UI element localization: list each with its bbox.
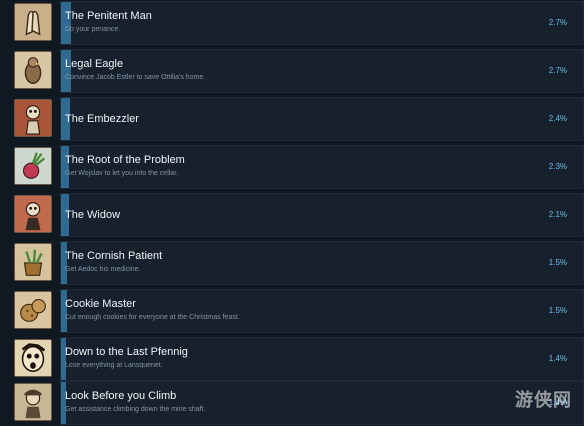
- unlock-percentage: 1.5%: [548, 306, 567, 315]
- unlock-percentage: 2.3%: [548, 162, 567, 171]
- herb-pot-icon: [14, 243, 52, 281]
- achievement-panel: The Penitent Man Do your penance. 2.7%: [60, 1, 584, 45]
- achievement-panel: Look Before you Climb Get assistance cli…: [60, 381, 584, 425]
- achievement-description: Get Wojslav to let you into the cellar.: [65, 170, 179, 177]
- achievement-row[interactable]: The Cornish Patient Get Aedoc his medici…: [10, 241, 584, 285]
- achievement-description: Lose everything at Lansquenet.: [65, 362, 163, 369]
- achievement-title: The Widow: [65, 209, 121, 221]
- achievement-row[interactable]: Legal Eagle Convince Jacob Estler to sav…: [10, 49, 584, 93]
- achievement-title: The Root of the Problem: [65, 154, 185, 166]
- achievement-title: The Cornish Patient: [65, 250, 163, 262]
- progress-bar: [61, 242, 67, 284]
- skeleton-icon: [14, 99, 52, 137]
- achievement-row[interactable]: The Penitent Man Do your penance. 2.7%: [10, 1, 584, 45]
- unlock-percentage: 2.4%: [548, 114, 567, 123]
- unlock-percentage: 2.7%: [548, 66, 567, 75]
- praying-hands-icon: [14, 3, 52, 41]
- unlock-percentage: 1.4%: [548, 354, 567, 363]
- achievement-row[interactable]: Look Before you Climb Get assistance cli…: [10, 381, 584, 425]
- widow-skeleton-icon: [14, 195, 52, 233]
- achievement-row[interactable]: Cookie Master Cut enough cookies for eve…: [10, 289, 584, 333]
- achievement-panel: The Root of the Problem Get Wojslav to l…: [60, 145, 584, 189]
- achievement-title: The Penitent Man: [65, 10, 152, 22]
- shocked-face-icon: [14, 339, 52, 377]
- progress-bar: [61, 146, 69, 188]
- progress-bar: [61, 50, 71, 92]
- progress-bar: [61, 290, 67, 332]
- achievement-list: The Penitent Man Do your penance. 2.7% L…: [0, 0, 584, 426]
- site-watermark: 游侠网: [515, 390, 572, 410]
- progress-bar: [61, 338, 66, 380]
- achievement-title: The Embezzler: [65, 113, 139, 125]
- achievement-description: Get assistance climbing down the mine sh…: [65, 406, 206, 413]
- progress-bar: [61, 382, 66, 424]
- achievement-panel: The Cornish Patient Get Aedoc his medici…: [60, 241, 584, 285]
- achievement-description: Cut enough cookies for everyone at the C…: [65, 314, 240, 321]
- achievement-row[interactable]: Down to the Last Pfennig Lose everything…: [10, 337, 584, 381]
- radish-icon: [14, 147, 52, 185]
- eagle-icon: [14, 51, 52, 89]
- achievement-row[interactable]: The Root of the Problem Get Wojslav to l…: [10, 145, 584, 189]
- achievement-title: Cookie Master: [65, 298, 136, 310]
- achievement-description: Convince Jacob Estler to save Ottilia's …: [65, 74, 206, 81]
- achievement-title: Legal Eagle: [65, 58, 124, 70]
- unlock-percentage: 1.5%: [548, 258, 567, 267]
- cookie-icon: [14, 291, 52, 329]
- achievement-description: Get Aedoc his medicine.: [65, 266, 141, 273]
- achievement-panel: Legal Eagle Convince Jacob Estler to sav…: [60, 49, 584, 93]
- achievement-description: Do your penance.: [65, 26, 121, 33]
- achievement-panel: Cookie Master Cut enough cookies for eve…: [60, 289, 584, 333]
- achievement-title: Down to the Last Pfennig: [65, 346, 188, 358]
- achievement-row[interactable]: The Widow 2.1%: [10, 193, 584, 237]
- progress-bar: [61, 2, 71, 44]
- achievement-panel: The Embezzler 2.4%: [60, 97, 584, 141]
- achievement-row[interactable]: The Embezzler 2.4%: [10, 97, 584, 141]
- achievement-title: Look Before you Climb: [65, 390, 177, 402]
- climber-icon: [14, 383, 52, 421]
- achievement-panel: The Widow 2.1%: [60, 193, 584, 237]
- unlock-percentage: 2.7%: [548, 18, 567, 27]
- achievement-panel: Down to the Last Pfennig Lose everything…: [60, 337, 584, 381]
- unlock-percentage: 2.1%: [548, 210, 567, 219]
